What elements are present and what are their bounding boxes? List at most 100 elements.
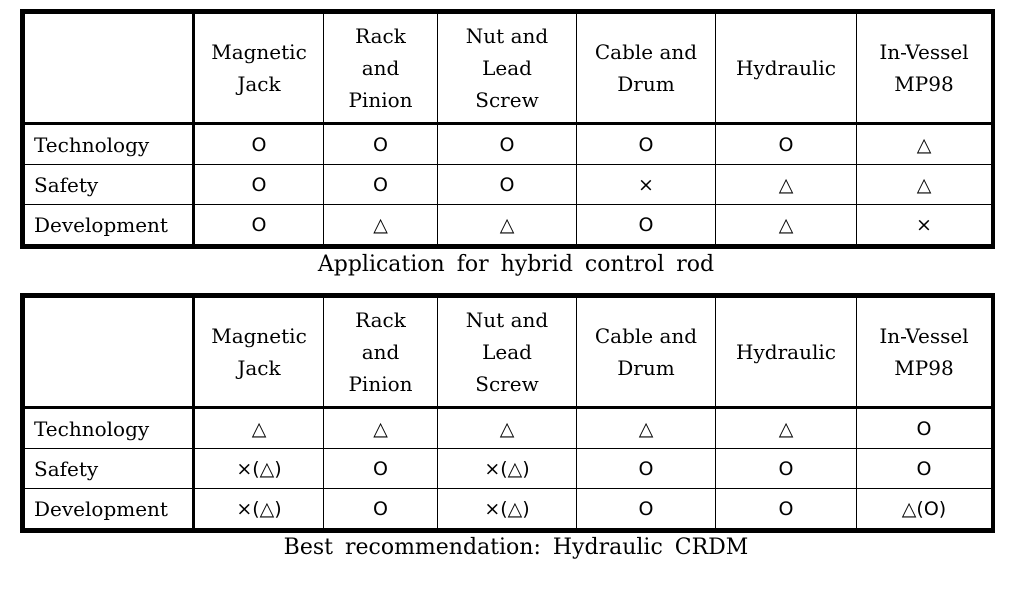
header-line: Screw — [475, 88, 539, 112]
header-line: Screw — [475, 372, 539, 396]
header-hydraulic: Hydraulic — [715, 13, 857, 125]
header-line: Cable and — [594, 40, 698, 64]
table-row: Technology △ △ △ △ △ O — [24, 407, 992, 449]
cell-development-nut-and-lead-screw: △ — [437, 204, 577, 245]
table-recommendation-body: Technology △ △ △ △ △ O Safety ×(△) O ×(△… — [24, 407, 992, 529]
header-line: Hydraulic — [736, 56, 836, 80]
cell-safety-hydraulic: O — [715, 448, 857, 489]
cell-safety-nut-and-lead-screw: ×(△) — [437, 448, 577, 489]
table-application-header: Magnetic Jack Rack and Pinion Nut and Le… — [24, 13, 992, 125]
cell-technology-in-vessel-mp98: △ — [856, 123, 992, 165]
header-line: MP98 — [894, 72, 954, 96]
table-row: Technology O O O O O △ — [24, 123, 992, 165]
cell-technology-magnetic-jack: O — [193, 123, 324, 165]
table-row: Safety O O O × △ △ — [24, 164, 992, 205]
row-label-safety: Safety — [24, 448, 195, 489]
header-in-vessel-mp98: In-Vessel MP98 — [856, 297, 992, 409]
header-line: MP98 — [894, 356, 954, 380]
cell-technology-cable-and-drum: △ — [576, 407, 716, 449]
header-line: Rack — [355, 308, 406, 332]
header-line: and — [361, 56, 400, 80]
header-corner-cell — [24, 13, 195, 125]
comparison-table-recommendation: Magnetic Jack Rack and Pinion Nut and Le… — [20, 293, 995, 533]
header-cable-and-drum: Cable and Drum — [576, 297, 716, 409]
header-line: Pinion — [348, 88, 413, 112]
cell-development-hydraulic: O — [715, 488, 857, 529]
header-line: Lead — [482, 340, 532, 364]
header-line: Nut and — [465, 24, 549, 48]
table-application-body: Technology O O O O O △ Safety O O O × △ … — [24, 123, 992, 245]
row-label-development: Development — [24, 204, 195, 245]
cell-safety-magnetic-jack: O — [193, 164, 324, 205]
cell-safety-nut-and-lead-screw: O — [437, 164, 577, 205]
row-label-technology: Technology — [24, 123, 195, 165]
cell-development-rack-and-pinion: △ — [323, 204, 438, 245]
cell-development-in-vessel-mp98: △(O) — [856, 488, 992, 529]
cell-development-magnetic-jack: O — [193, 204, 324, 245]
header-rack-and-pinion: Rack and Pinion — [323, 13, 438, 125]
table-application: Magnetic Jack Rack and Pinion Nut and Le… — [24, 13, 992, 245]
table-recommendation: Magnetic Jack Rack and Pinion Nut and Le… — [24, 297, 992, 529]
header-hydraulic: Hydraulic — [715, 297, 857, 409]
header-line: Magnetic — [211, 324, 307, 348]
cell-safety-in-vessel-mp98: △ — [856, 164, 992, 205]
header-line: In-Vessel — [879, 40, 969, 64]
header-line: Jack — [237, 72, 281, 96]
cell-safety-rack-and-pinion: O — [323, 448, 438, 489]
cell-technology-cable-and-drum: O — [576, 123, 716, 165]
caption-recommendation: Best recommendation: Hydraulic CRDM — [283, 535, 749, 560]
header-cable-and-drum: Cable and Drum — [576, 13, 716, 125]
header-line: Lead — [482, 56, 532, 80]
header-magnetic-jack: Magnetic Jack — [193, 13, 324, 125]
cell-technology-hydraulic: O — [715, 123, 857, 165]
header-line: Magnetic — [211, 40, 307, 64]
cell-safety-cable-and-drum: O — [576, 448, 716, 489]
header-line: Hydraulic — [736, 340, 836, 364]
header-line: Rack — [355, 24, 406, 48]
cell-technology-nut-and-lead-screw: O — [437, 123, 577, 165]
header-magnetic-jack: Magnetic Jack — [193, 297, 324, 409]
cell-technology-rack-and-pinion: △ — [323, 407, 438, 449]
header-line: Nut and — [465, 308, 549, 332]
header-line: Cable and — [594, 324, 698, 348]
cell-technology-rack-and-pinion: O — [323, 123, 438, 165]
header-line: In-Vessel — [879, 324, 969, 348]
row-label-development: Development — [24, 488, 195, 529]
header-line: Jack — [237, 356, 281, 380]
cell-development-nut-and-lead-screw: ×(△) — [437, 488, 577, 529]
header-line: and — [361, 340, 400, 364]
comparison-table-application: Magnetic Jack Rack and Pinion Nut and Le… — [20, 9, 995, 249]
table-row: Safety ×(△) O ×(△) O O O — [24, 448, 992, 489]
cell-safety-in-vessel-mp98: O — [856, 448, 992, 489]
table-row: Development ×(△) O ×(△) O O △(O) — [24, 488, 992, 529]
row-label-technology: Technology — [24, 407, 195, 449]
cell-safety-cable-and-drum: × — [576, 164, 716, 205]
row-label-safety: Safety — [24, 164, 195, 205]
caption-application: Application for hybrid control rod — [317, 252, 715, 277]
header-row: Magnetic Jack Rack and Pinion Nut and Le… — [24, 297, 992, 409]
cell-safety-hydraulic: △ — [715, 164, 857, 205]
header-rack-and-pinion: Rack and Pinion — [323, 297, 438, 409]
cell-development-hydraulic: △ — [715, 204, 857, 245]
header-row: Magnetic Jack Rack and Pinion Nut and Le… — [24, 13, 992, 125]
header-nut-and-lead-screw: Nut and Lead Screw — [437, 297, 577, 409]
cell-safety-magnetic-jack: ×(△) — [193, 448, 324, 489]
cell-development-in-vessel-mp98: × — [856, 204, 992, 245]
cell-technology-magnetic-jack: △ — [193, 407, 324, 449]
cell-technology-hydraulic: △ — [715, 407, 857, 449]
header-in-vessel-mp98: In-Vessel MP98 — [856, 13, 992, 125]
header-line: Drum — [617, 356, 675, 380]
header-corner-cell — [24, 297, 195, 409]
header-line: Drum — [617, 72, 675, 96]
cell-development-cable-and-drum: O — [576, 204, 716, 245]
cell-development-magnetic-jack: ×(△) — [193, 488, 324, 529]
cell-technology-nut-and-lead-screw: △ — [437, 407, 577, 449]
header-nut-and-lead-screw: Nut and Lead Screw — [437, 13, 577, 125]
cell-development-cable-and-drum: O — [576, 488, 716, 529]
table-row: Development O △ △ O △ × — [24, 204, 992, 245]
cell-development-rack-and-pinion: O — [323, 488, 438, 529]
table-recommendation-header: Magnetic Jack Rack and Pinion Nut and Le… — [24, 297, 992, 409]
cell-safety-rack-and-pinion: O — [323, 164, 438, 205]
page-root: Magnetic Jack Rack and Pinion Nut and Le… — [0, 0, 1032, 597]
cell-technology-in-vessel-mp98: O — [856, 407, 992, 449]
